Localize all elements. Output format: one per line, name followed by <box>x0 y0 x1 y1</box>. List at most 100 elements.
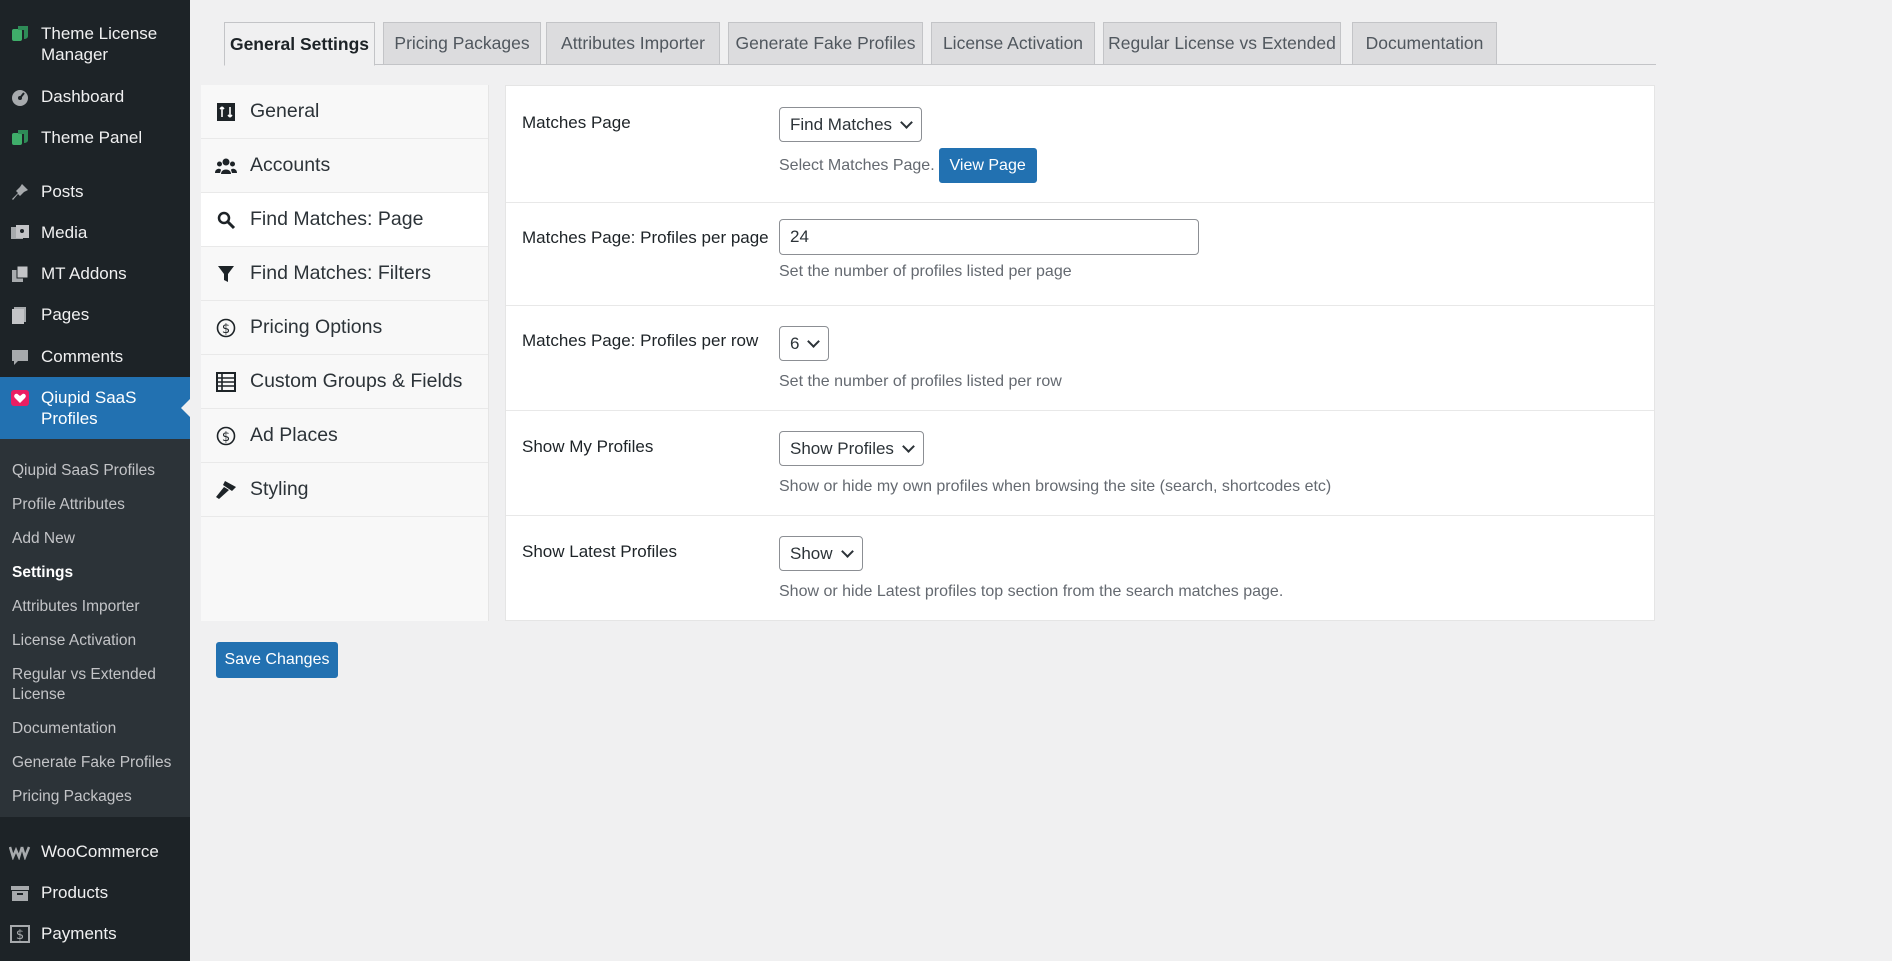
menu-products[interactable]: Products <box>0 882 190 903</box>
section-styling[interactable]: Styling <box>201 463 488 517</box>
addons-icon <box>8 263 32 284</box>
submenu-item[interactable]: Documentation <box>0 712 190 746</box>
menu-label: Dashboard <box>41 87 125 106</box>
tab-documentation[interactable]: Documentation <box>1352 22 1497 65</box>
select-value: Show Profiles <box>790 438 894 458</box>
setting-row-per-page: Matches Page: Profiles per page 24 Set t… <box>506 203 1654 306</box>
view-page-button[interactable]: View Page <box>938 148 1037 183</box>
setting-label: Show Latest Profiles <box>522 542 677 561</box>
section-label: Accounts <box>250 154 331 176</box>
pages-icon <box>8 304 32 325</box>
menu-theme-panel[interactable]: Theme Panel <box>0 127 190 148</box>
submenu-item[interactable]: Pricing Packages <box>0 780 190 814</box>
dollar-box-icon: $ <box>8 923 32 944</box>
menu-label: Pages <box>41 305 90 324</box>
setting-row-show-latest-profiles: Show Latest Profiles Show Show or hide L… <box>506 516 1654 620</box>
submenu-item[interactable]: Regular vs Extended License <box>0 658 170 712</box>
pin-icon <box>8 181 32 202</box>
chevron-down-icon <box>807 334 821 348</box>
menu-label: Products <box>41 883 109 902</box>
tab-license-activation[interactable]: License Activation <box>931 22 1095 65</box>
tab-regular-vs-extended[interactable]: Regular License vs Extended <box>1103 22 1341 65</box>
section-general[interactable]: General <box>201 85 488 139</box>
sort-icon <box>215 101 237 123</box>
setting-description: Select Matches Page. View Page <box>779 148 1037 183</box>
section-label: Custom Groups & Fields <box>250 370 463 392</box>
tab-general-settings[interactable]: General Settings <box>224 22 375 66</box>
description-text: Select Matches Page. <box>779 156 935 174</box>
tab-pricing-packages[interactable]: Pricing Packages <box>383 22 541 65</box>
archive-icon <box>8 882 32 903</box>
menu-label: Comments <box>41 347 124 366</box>
menu-comments[interactable]: Comments <box>0 346 190 367</box>
section-label: General <box>250 100 320 122</box>
svg-text:$: $ <box>16 928 24 943</box>
submenu-item[interactable]: Profile Attributes <box>0 488 190 522</box>
menu-label: Theme Panel <box>41 128 143 147</box>
menu-mt-addons[interactable]: MT Addons <box>0 263 190 284</box>
menu-pages[interactable]: Pages <box>0 304 190 325</box>
leaf-icon <box>8 127 32 148</box>
dollar-circle-icon: $ <box>215 425 237 447</box>
svg-text:$: $ <box>222 430 230 445</box>
show-my-profiles-select[interactable]: Show Profiles <box>779 431 924 466</box>
menu-label: WooCommerce <box>41 842 159 861</box>
comment-icon <box>8 346 32 367</box>
setting-row-show-my-profiles: Show My Profiles Show Profiles Show or h… <box>506 411 1654 516</box>
show-latest-profiles-select[interactable]: Show <box>779 536 863 571</box>
save-changes-button[interactable]: Save Changes <box>216 642 338 678</box>
tab-generate-fake-profiles[interactable]: Generate Fake Profiles <box>728 22 923 65</box>
section-label: Pricing Options <box>250 316 383 338</box>
section-pricing-options[interactable]: $ Pricing Options <box>201 301 488 355</box>
submenu-item[interactable]: Attributes Importer <box>0 590 190 624</box>
setting-description: Show or hide my own profiles when browsi… <box>779 478 1332 495</box>
menu-label: Payments <box>41 924 117 943</box>
section-custom-groups-fields[interactable]: Custom Groups & Fields <box>201 355 488 409</box>
section-ad-places[interactable]: $ Ad Places <box>201 409 488 463</box>
profiles-per-page-input[interactable]: 24 <box>779 219 1199 255</box>
menu-qiupid-saas-profiles[interactable]: Qiupid SaaS Profiles <box>0 377 190 439</box>
settings-panel: Matches Page Find Matches Select Matches… <box>505 85 1655 621</box>
menu-woocommerce[interactable]: WooCommerce <box>0 841 190 862</box>
section-accounts[interactable]: Accounts <box>201 139 488 193</box>
tab-attributes-importer[interactable]: Attributes Importer <box>546 22 720 65</box>
section-label: Find Matches: Filters <box>250 262 431 284</box>
menu-theme-license-manager[interactable]: Theme License Manager <box>0 23 190 65</box>
submenu-item[interactable]: Generate Fake Profiles <box>0 746 190 780</box>
section-label: Ad Places <box>250 424 338 446</box>
menu-label: Media <box>41 223 88 242</box>
filter-icon <box>215 263 237 285</box>
admin-sidebar: Theme License Manager Dashboard Theme Pa… <box>0 0 190 961</box>
setting-description: Set the number of profiles listed per ro… <box>779 373 1062 390</box>
setting-description: Set the number of profiles listed per pa… <box>779 263 1072 280</box>
select-value: Show <box>790 543 833 563</box>
chevron-down-icon <box>902 439 915 453</box>
profiles-per-row-select[interactable]: 6 <box>779 326 830 361</box>
submenu-item[interactable]: Qiupid SaaS Profiles <box>0 447 190 488</box>
media-icon <box>8 222 32 243</box>
menu-dashboard[interactable]: Dashboard <box>0 86 190 107</box>
woo-icon <box>8 841 32 862</box>
leaf-icon <box>8 23 32 44</box>
menu-label: Qiupid SaaS Profiles <box>41 388 137 428</box>
setting-description: Show or hide Latest profiles top section… <box>779 583 1284 600</box>
menu-label: Theme License Manager <box>41 24 158 64</box>
setting-label: Matches Page: Profiles per page <box>522 228 769 247</box>
matches-page-select[interactable]: Find Matches <box>779 107 923 142</box>
search-icon <box>215 209 237 231</box>
menu-posts[interactable]: Posts <box>0 181 190 202</box>
menu-label: MT Addons <box>41 264 127 283</box>
chevron-down-icon <box>900 115 913 129</box>
dashboard-icon <box>8 86 32 107</box>
section-find-matches-page[interactable]: Find Matches: Page <box>201 193 488 247</box>
submenu-item-current[interactable]: Settings <box>0 556 190 590</box>
section-find-matches-filters[interactable]: Find Matches: Filters <box>201 247 488 301</box>
menu-media[interactable]: Media <box>0 222 190 243</box>
users-icon <box>215 155 237 177</box>
svg-text:$: $ <box>222 322 230 337</box>
menu-payments[interactable]: $ Payments <box>0 923 190 944</box>
dollar-circle-icon: $ <box>215 317 237 339</box>
section-label: Find Matches: Page <box>250 208 424 230</box>
submenu-item[interactable]: License Activation <box>0 624 190 658</box>
submenu-item[interactable]: Add New <box>0 522 190 556</box>
